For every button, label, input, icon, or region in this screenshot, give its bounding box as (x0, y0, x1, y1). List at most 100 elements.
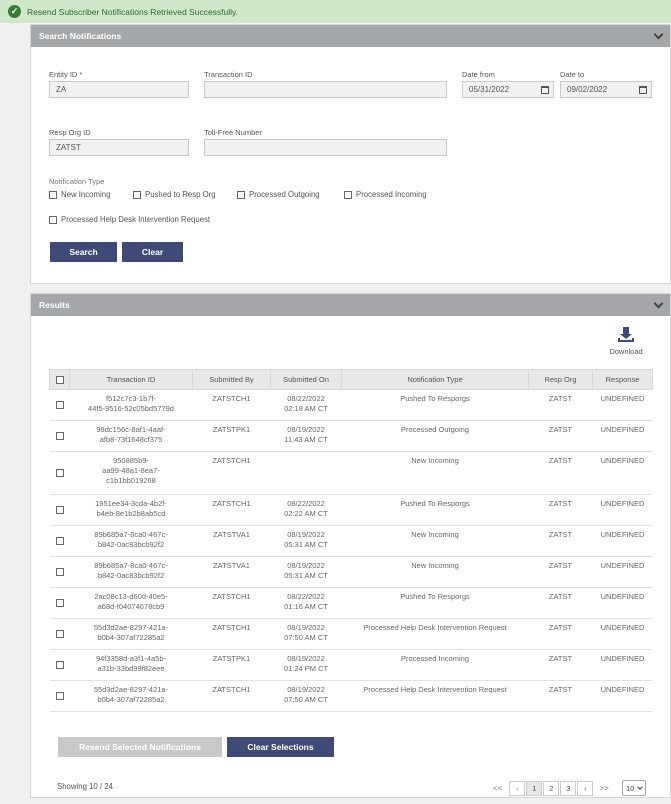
col-resp-org[interactable]: Resp Org (528, 369, 593, 390)
clear-selections-button[interactable]: Clear Selections (227, 737, 334, 757)
submitted-by-cell: ZATSTCH1 (192, 451, 271, 495)
checkbox-help-desk-request[interactable]: Processed Help Desk Intervention Request (49, 215, 210, 224)
row-checkbox[interactable] (55, 401, 64, 410)
table-row[interactable]: 1951ee34-3cda-4b2f-b4eb-8e1b2b8ab5cd ZAT… (49, 494, 653, 526)
response-cell: UNDEFINED (592, 389, 653, 421)
search-panel-title: Search Notifications (39, 31, 122, 41)
response-cell: UNDEFINED (592, 451, 653, 495)
submitted-by-cell: ZATSTCH1 (192, 494, 271, 526)
success-toast: ✓ Resend Subscriber Notifications Retrie… (0, 0, 671, 23)
response-cell: UNDEFINED (592, 587, 653, 619)
submitted-on-cell: 08/19/2022 11:43 AM CT (270, 420, 342, 452)
transaction-id-cell: f512c7c3-1b7f- 44f5-9516-52c05bd5779d (69, 389, 193, 421)
submitted-on-cell: 08/19/2022 07:50 AM CT (270, 680, 342, 712)
resp-org-cell: ZATST (528, 587, 593, 619)
date-from-input[interactable]: 05/31/2022 (462, 81, 538, 98)
search-panel-header[interactable]: Search Notifications (31, 25, 670, 47)
col-submitted-on[interactable]: Submitted On (270, 369, 342, 390)
select-all-header (49, 369, 70, 390)
results-panel: Results Download Transaction ID Submitte… (30, 293, 671, 798)
row-checkbox[interactable] (55, 469, 64, 478)
resp-org-input[interactable]: ZATST (49, 139, 189, 156)
prev-page-button[interactable]: ‹ (509, 781, 526, 796)
resp-org-cell: ZATST (528, 649, 593, 681)
resp-org-cell: ZATST (528, 494, 593, 526)
table-row[interactable]: 98dc156c-8af1-4aaf-afb8-73f1648cf375 ZAT… (49, 420, 653, 452)
submitted-on-cell: 08/19/2022 05:31 AM CT (270, 556, 342, 588)
submitted-by-cell: ZATSTCH1 (192, 680, 271, 712)
search-button[interactable]: Search (50, 242, 117, 262)
page-1-button[interactable]: 1 (526, 781, 543, 796)
table-row[interactable]: 89b685a7-8ca0-467c-b842-0ac83bcb92f2 ZAT… (49, 525, 653, 557)
checkbox-processed-incoming[interactable]: Processed Incoming (344, 190, 427, 199)
transaction-id-cell: 98dc156c-8af1-4aaf-afb8-73f1648cf375 (69, 420, 193, 452)
resp-org-cell: ZATST (528, 451, 593, 495)
calendar-icon[interactable] (635, 81, 652, 98)
row-checkbox[interactable] (55, 599, 64, 608)
row-checkbox[interactable] (55, 506, 64, 515)
transaction-id-input[interactable] (204, 81, 447, 98)
checkbox-processed-outgoing[interactable]: Processed Outgoing (237, 190, 320, 199)
results-panel-header[interactable]: Results (31, 294, 670, 316)
toll-free-input[interactable] (204, 139, 447, 156)
checkbox-new-incoming[interactable]: New Incoming (49, 190, 110, 199)
row-checkbox[interactable] (55, 568, 64, 577)
date-to-input[interactable]: 09/02/2022 (560, 81, 636, 98)
notification-type-cell: New Incoming (341, 451, 529, 495)
row-checkbox[interactable] (55, 661, 64, 670)
notification-type-cell: New Incoming (341, 525, 529, 557)
search-panel: Search Notifications Entity ID * ZA Tran… (30, 24, 671, 284)
first-page-button[interactable]: << (487, 784, 508, 793)
transaction-id-cell: 89b685a7-8ca0-467c-b842-0ac83bcb92f2 (69, 556, 193, 588)
submitted-by-cell: ZATSTPK1 (192, 420, 271, 452)
toll-free-label: Toll-Free Number (204, 128, 262, 137)
resp-org-cell: ZATST (528, 680, 593, 712)
page-2-button[interactable]: 2 (543, 781, 560, 796)
page-size-select[interactable]: 10 (622, 780, 646, 796)
row-checkbox[interactable] (55, 537, 64, 546)
notification-type-cell: Processed Help Desk Intervention Request (341, 680, 529, 712)
clear-button[interactable]: Clear (122, 242, 183, 262)
col-notification-type[interactable]: Notification Type (341, 369, 529, 390)
transaction-id-cell: 89b685a7-8ca0-467c-b842-0ac83bcb92f2 (69, 525, 193, 557)
resp-org-cell: ZATST (528, 389, 593, 421)
resp-org-cell: ZATST (528, 420, 593, 452)
download-icon (618, 327, 634, 343)
next-page-button[interactable]: › (577, 781, 594, 796)
submitted-by-cell: ZATSTCH1 (192, 389, 271, 421)
row-checkbox[interactable] (55, 692, 64, 701)
col-response[interactable]: Response (592, 369, 653, 390)
chevron-down-icon[interactable] (653, 298, 664, 308)
chevron-down-icon[interactable] (653, 29, 664, 39)
entity-id-label: Entity ID * (49, 70, 83, 79)
submitted-on-cell: 08/19/2022 01:24 PM CT (270, 649, 342, 681)
table-row[interactable]: 89b685a7-8ca0-467c-b842-0ac83bcb92f2 ZAT… (49, 556, 653, 588)
select-all-checkbox[interactable] (55, 376, 64, 384)
table-row[interactable]: 950885b9- aa99-48a1-8ea7- c1b1bb019268 ZAT… (49, 451, 653, 495)
table-row[interactable]: 55d3d2ae-8297-421a-b0b4-307af72285a2 ZAT… (49, 680, 653, 712)
page-3-button[interactable]: 3 (560, 781, 577, 796)
response-cell: UNDEFINED (592, 680, 653, 712)
col-transaction-id[interactable]: Transaction ID (69, 369, 193, 390)
table-row[interactable]: 55d3d2ae-8297-421a-b0b4-307af72285a2 ZAT… (49, 618, 653, 650)
last-page-button[interactable]: >> (593, 784, 614, 793)
calendar-icon[interactable] (537, 81, 554, 98)
download-label: Download (609, 347, 643, 356)
check-circle-icon: ✓ (8, 5, 21, 18)
response-cell: UNDEFINED (592, 649, 653, 681)
checkbox-pushed-to-resp-org[interactable]: Pushed to Resp Org (133, 190, 216, 199)
entity-id-input[interactable]: ZA (49, 81, 189, 98)
notification-type-cell: Processed Outgoing (341, 420, 529, 452)
row-checkbox[interactable] (55, 432, 64, 441)
col-submitted-by[interactable]: Submitted By (192, 369, 271, 390)
table-row[interactable]: 94f3358d-a3f1-4a5b-a31b-33bd99f82eee ZAT… (49, 649, 653, 681)
toast-message: Resend Subscriber Notifications Retrieve… (27, 6, 239, 17)
table-row[interactable]: 2ac08c13-d60d-40e5- a68d-f04074678cb9 ZAT… (49, 587, 653, 619)
submitted-by-cell: ZATSTVA1 (192, 556, 271, 588)
download-button[interactable]: Download (604, 327, 648, 356)
submitted-by-cell: ZATSTCH1 (192, 618, 271, 650)
resend-selected-button[interactable]: Resend Selected Notifications (58, 737, 222, 757)
table-row[interactable]: f512c7c3-1b7f- 44f5-9516-52c05bd5779d ZAT… (49, 389, 653, 421)
transaction-id-cell: 2ac08c13-d60d-40e5- a68d-f04074678cb9 (69, 587, 193, 619)
row-checkbox[interactable] (55, 630, 64, 639)
